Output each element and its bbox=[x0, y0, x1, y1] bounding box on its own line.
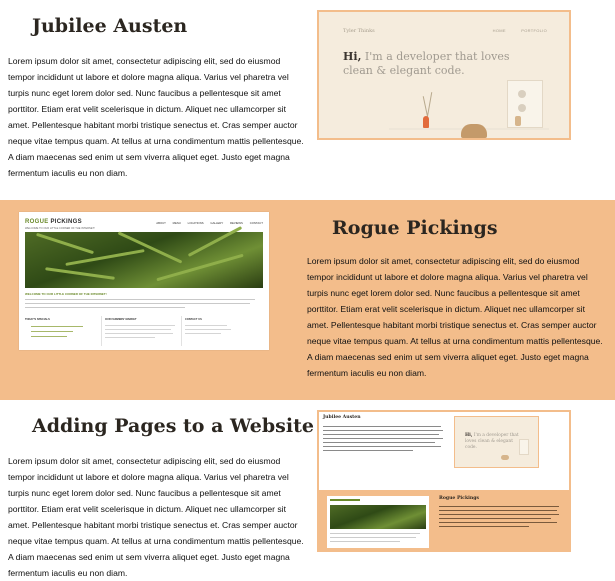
nav-portfolio: PORTFOLIO bbox=[521, 28, 547, 33]
green-beans-hero-image bbox=[25, 226, 263, 288]
text-line bbox=[105, 329, 171, 330]
nav-about: ABOUT bbox=[156, 221, 166, 225]
section-title: Rogue Pickings bbox=[332, 217, 498, 239]
text-line bbox=[185, 325, 227, 326]
mini-green-beans-image bbox=[330, 505, 426, 529]
logo-second: PICKINGS bbox=[50, 219, 82, 225]
text-line bbox=[330, 541, 400, 542]
text-line bbox=[105, 333, 173, 334]
mini-chair-image bbox=[501, 455, 509, 460]
frame-circle-image bbox=[518, 104, 526, 112]
hero-greeting: Hi, bbox=[343, 50, 362, 63]
mini-hero-text: Hi, I'm a developer that loves clean & e… bbox=[465, 433, 525, 451]
column-divider bbox=[181, 316, 182, 346]
nav-gallery: GALLERY bbox=[210, 221, 224, 225]
text-line bbox=[105, 325, 175, 326]
section-body: Lorem ipsum dolor sit amet, consectetur … bbox=[8, 456, 304, 578]
text-line bbox=[105, 337, 155, 338]
section-rogue-pickings: ROGUE PICKINGS WELCOME TO OUR LITTLE COR… bbox=[0, 200, 615, 400]
text-line bbox=[323, 450, 413, 452]
page-preview-screenshot[interactable]: Jubilee Austen Hi, I'm a developer that … bbox=[317, 410, 571, 552]
text-line bbox=[185, 333, 221, 334]
section-adding-pages: Adding Pages to a Website Lorem ipsum do… bbox=[0, 400, 615, 581]
text-line bbox=[323, 446, 441, 448]
nav-menu: MENU bbox=[172, 221, 181, 225]
mini-logo bbox=[330, 499, 360, 501]
text-line bbox=[439, 518, 551, 520]
column-market: OUR FARMERS' MARKET bbox=[105, 318, 137, 321]
preview-top: Jubilee Austen Hi, I'm a developer that … bbox=[319, 412, 569, 490]
text-line bbox=[25, 307, 185, 309]
column-contact: CONTACT US bbox=[185, 318, 202, 321]
site-brand: Tyler Thinks bbox=[343, 28, 375, 34]
text-line bbox=[439, 522, 557, 524]
logo-first: ROGUE bbox=[25, 219, 49, 225]
preview-title-bottom: Rogue Pickings bbox=[439, 496, 480, 501]
text-line bbox=[185, 329, 231, 330]
hero-heading: Hi, I'm a developer that loves clean & e… bbox=[343, 50, 533, 78]
mini-frame-image bbox=[519, 439, 529, 455]
section-jubilee-austen: Jubilee Austen Lorem ipsum dolor sit ame… bbox=[0, 0, 615, 200]
column-divider bbox=[101, 316, 102, 346]
wall-frame-image bbox=[507, 80, 543, 128]
hero-text: I'm a developer that loves clean & elega… bbox=[343, 50, 510, 77]
site-nav: HOME PORTFOLIO bbox=[479, 28, 547, 33]
column-specials: TODAY'S SPECIALS bbox=[25, 318, 50, 321]
section-body: Lorem ipsum dolor sit amet, consectetur … bbox=[8, 56, 304, 178]
preview-title-top: Jubilee Austen bbox=[323, 415, 361, 420]
section-title: Adding Pages to a Website bbox=[32, 415, 314, 437]
nav-contact: CONTACT bbox=[249, 221, 263, 225]
site-tagline: WELCOME TO OUR LITTLE CORNER OF THE INTE… bbox=[25, 227, 95, 230]
rogue-pickings-screenshot[interactable]: ROGUE PICKINGS WELCOME TO OUR LITTLE COR… bbox=[19, 212, 269, 350]
nav-reviews: REVIEWS bbox=[230, 221, 243, 225]
text-line bbox=[323, 442, 435, 444]
text-line bbox=[25, 299, 255, 301]
mini-tyler-screenshot: Hi, I'm a developer that loves clean & e… bbox=[454, 416, 539, 468]
plant-stem-image bbox=[426, 92, 433, 118]
text-line bbox=[31, 336, 67, 337]
text-line bbox=[31, 326, 83, 327]
text-line bbox=[439, 506, 559, 508]
text-line bbox=[330, 533, 420, 534]
mini-hero: I'm a developer that loves clean & elega… bbox=[465, 433, 519, 450]
plant-pot-image bbox=[515, 116, 521, 126]
site-nav: ABOUT MENU LOCATIONS GALLERY REVIEWS CON… bbox=[150, 221, 263, 225]
text-line bbox=[439, 526, 529, 528]
tyler-thinks-screenshot[interactable]: Tyler Thinks HOME PORTFOLIO Hi, I'm a de… bbox=[317, 10, 571, 140]
text-line bbox=[323, 430, 443, 432]
text-line bbox=[323, 426, 441, 428]
site-logo: ROGUE PICKINGS bbox=[25, 219, 82, 225]
text-line bbox=[439, 514, 559, 516]
nav-locations: LOCATIONS bbox=[187, 221, 204, 225]
mini-greeting: Hi, bbox=[465, 433, 473, 438]
text-line bbox=[323, 434, 439, 436]
vase-image bbox=[423, 116, 429, 128]
welcome-heading: WELCOME TO OUR LITTLE CORNER OF THE INTE… bbox=[25, 292, 107, 296]
text-line bbox=[439, 510, 557, 512]
text-line bbox=[323, 438, 443, 440]
frame-circle-image bbox=[518, 90, 526, 98]
nav-home: HOME bbox=[492, 28, 506, 33]
text-line bbox=[25, 303, 250, 305]
mini-rogue-screenshot bbox=[327, 496, 429, 548]
text-line bbox=[31, 331, 73, 332]
text-line bbox=[330, 537, 416, 538]
chair-image bbox=[461, 124, 487, 138]
section-title: Jubilee Austen bbox=[32, 15, 188, 37]
section-body: Lorem ipsum dolor sit amet, consectetur … bbox=[307, 256, 603, 378]
